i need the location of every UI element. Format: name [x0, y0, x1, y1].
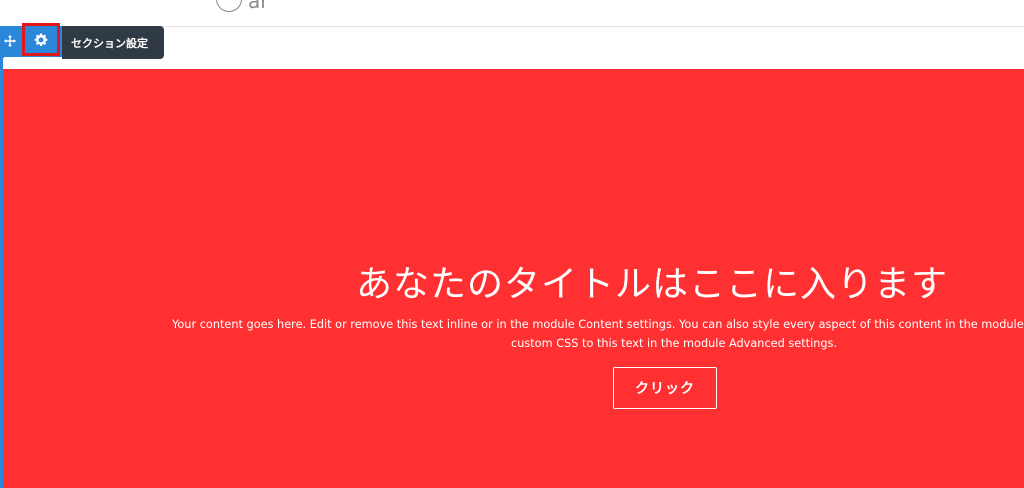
gear-icon [34, 32, 48, 51]
page: ar セクション設定 あなたのタイトルはここに入ります Your content… [0, 0, 1024, 488]
section-settings-tooltip: セクション設定 [62, 26, 164, 59]
logo-mark[interactable] [216, 0, 242, 12]
section-settings-button[interactable] [22, 23, 60, 57]
hero-title[interactable]: あなたのタイトルはここに入ります [356, 258, 948, 312]
section-toolbar: セクション設定 [0, 23, 166, 59]
section-toolbar-buttons [0, 23, 64, 57]
hero-body-line-1[interactable]: Your content goes here. Edit or remove t… [172, 315, 1024, 334]
move-section-button[interactable] [0, 26, 20, 57]
hero-body-line-2[interactable]: custom CSS to this text in the module Ad… [511, 334, 837, 353]
cta-button[interactable]: クリック [613, 367, 717, 409]
section-outline-left [0, 55, 3, 488]
logo-text[interactable]: ar [248, 0, 268, 12]
site-header: ar [0, 0, 1024, 27]
move-icon [4, 32, 16, 51]
